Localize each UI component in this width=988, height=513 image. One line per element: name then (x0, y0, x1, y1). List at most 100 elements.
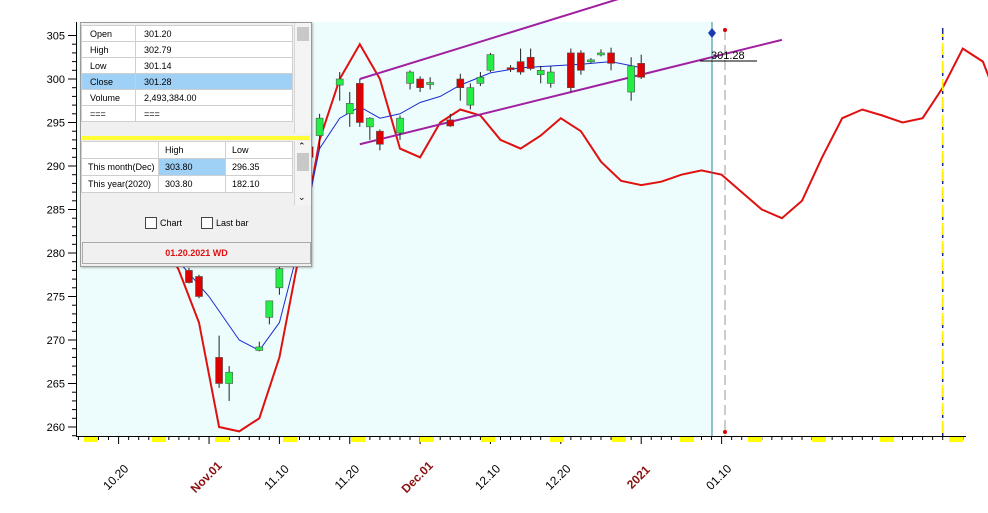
checkbox-icon[interactable] (201, 217, 213, 229)
ohlc-key: Close (81, 73, 136, 90)
candle-body (396, 117, 404, 134)
x-tick-label: 2021 (624, 463, 653, 492)
weekend-marker (748, 437, 762, 442)
x-axis: 10.20 Nov.01 11.10 11.20 Dec.01 12.10 12.20 202… (77, 436, 964, 496)
ohlc-scrollbar[interactable] (294, 23, 311, 133)
ohlc-row: === === (81, 105, 293, 122)
candle-body (275, 268, 284, 289)
last-bar-checkbox-label: Last bar (216, 218, 249, 228)
range-table: High Low This month(Dec) 303.80 296.35 This… (81, 141, 293, 193)
candle-body (335, 78, 344, 86)
candle-body (456, 78, 465, 88)
y-axis: 260 265 270 275 280 285 290 295 300 305 (47, 31, 76, 437)
splitter-bar[interactable] (81, 136, 309, 140)
candle (486, 52, 495, 73)
range-cell-high: 303.80 (158, 158, 226, 176)
ohlc-value: 301.28 (135, 73, 293, 90)
weekend-marker (152, 437, 166, 442)
y-tick-label: 275 (47, 292, 65, 304)
candle-body (627, 65, 635, 93)
candle-body (607, 52, 615, 64)
weekend-marker (283, 437, 297, 442)
candle-body (446, 119, 455, 127)
ohlc-value: === (135, 105, 293, 122)
candle-body (536, 70, 545, 75)
weekend-marker (481, 437, 495, 442)
chevron-up-icon[interactable]: ⌃ (298, 141, 306, 152)
range-header-high: High (158, 141, 226, 159)
chart-checkbox[interactable]: Chart (145, 217, 182, 229)
y-tick-label: 305 (47, 31, 65, 43)
ohlc-value: 302.79 (135, 41, 293, 58)
candle-body (546, 71, 555, 84)
info-panel: Open 301.20 High 302.79 Low 301.14 Close 301.28… (80, 22, 312, 267)
candle-body (426, 82, 434, 85)
weekend-marker (680, 437, 694, 442)
ohlc-row: Low 301.14 (81, 57, 293, 74)
y-tick-label: 280 (47, 248, 65, 260)
range-scroll-thumb[interactable] (297, 153, 309, 171)
candle (355, 79, 364, 127)
ohlc-key: === (81, 105, 136, 122)
x-tick-label: 12.20 (542, 461, 573, 492)
candle-body (195, 276, 203, 297)
markers-layer: 301.28 (700, 22, 944, 436)
ohlc-row: Open 301.20 (81, 25, 293, 42)
weekend-marker (420, 437, 434, 442)
ohlc-key: Open (81, 25, 136, 42)
candle-body (185, 270, 193, 283)
chevron-down-icon[interactable]: ⌄ (298, 192, 306, 203)
range-cell-label: This year(2020) (81, 175, 159, 193)
candle-body (587, 59, 595, 63)
range-scrollbar[interactable]: ⌃ ⌄ (294, 141, 311, 205)
cursor-price-label: 301.28 (711, 50, 745, 62)
x-tick-label: 12.10 (472, 461, 503, 492)
range-row: This year(2020) 303.80 182.10 (81, 175, 293, 193)
ohlc-key: High (81, 41, 136, 58)
last-bar-checkbox[interactable]: Last bar (201, 217, 249, 229)
range-cell-label: This month(Dec) (81, 158, 159, 176)
ohlc-key: Low (81, 57, 136, 74)
y-tick-label: 265 (47, 379, 65, 391)
ohlc-row: Close 301.28 (81, 73, 293, 90)
x-tick-label: Dec.01 (399, 458, 436, 495)
ohlc-scroll-thumb[interactable] (297, 27, 309, 41)
candle-body (486, 54, 495, 71)
weekend-marker (215, 437, 229, 442)
candle-body (255, 346, 264, 351)
checkbox-icon[interactable] (145, 217, 157, 229)
x-tick-label: 11.20 (332, 462, 363, 493)
marker-dot (723, 28, 727, 32)
ohlc-value: 301.14 (135, 57, 293, 74)
marker-dot (723, 430, 727, 434)
weekend-marker (351, 437, 365, 442)
range-header-blank (81, 141, 159, 159)
range-cell-low: 296.35 (225, 158, 293, 176)
candle-body (476, 76, 485, 84)
date-label: 01.20.2021 WD (82, 242, 311, 264)
candle-body (637, 63, 646, 78)
range-header-low: Low (225, 141, 293, 159)
candle-body (567, 52, 575, 89)
x-tick-label: 01.10 (703, 461, 734, 492)
y-tick-label: 285 (47, 205, 65, 217)
candle-body (506, 67, 515, 70)
weekend-marker (84, 437, 98, 442)
range-row: This month(Dec) 303.80 296.35 (81, 158, 293, 176)
range-cell-high: 303.80 (158, 175, 226, 193)
candle (195, 274, 203, 299)
range-cell-low: 182.10 (225, 175, 293, 193)
candle-body (416, 78, 424, 88)
candle-body (355, 83, 364, 123)
candle-body (526, 56, 535, 69)
candle-body (597, 52, 605, 56)
ohlc-table: Open 301.20 High 302.79 Low 301.14 Close 301.28… (81, 25, 293, 122)
weekend-marker (550, 437, 564, 442)
weekend-marker (812, 437, 826, 442)
y-tick-label: 295 (47, 118, 65, 130)
y-tick-label: 290 (47, 161, 65, 173)
ohlc-key: Volume (81, 89, 136, 106)
candle-body (366, 117, 374, 128)
y-tick-label: 300 (47, 74, 65, 86)
candle-body (315, 117, 324, 136)
